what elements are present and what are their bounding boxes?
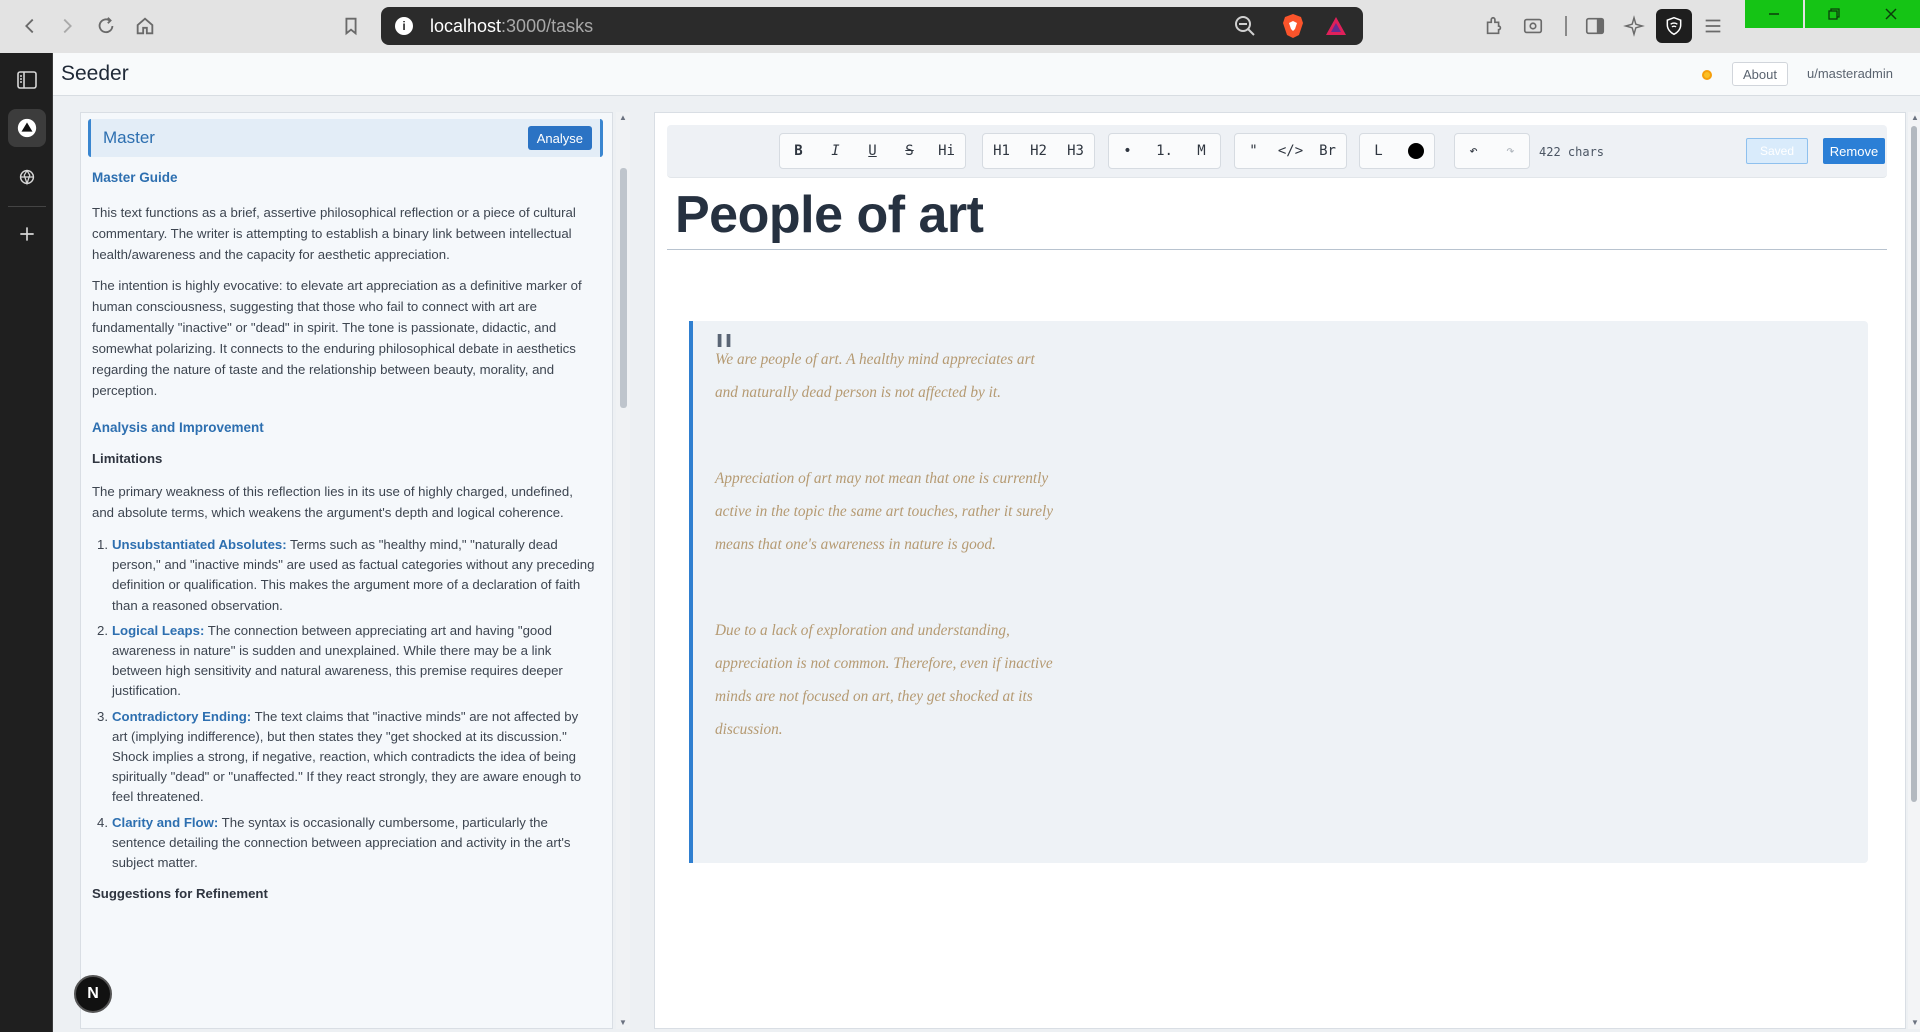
guide-paragraph: The intention is highly evocative: to el… bbox=[92, 278, 582, 398]
bookmark-icon[interactable] bbox=[337, 12, 365, 40]
guide-title: Master bbox=[103, 128, 155, 147]
quote-paragraph: Due to a lack of exploration and underst… bbox=[715, 622, 1053, 738]
document-title[interactable]: People of art bbox=[675, 185, 984, 245]
scroll-down-icon[interactable]: ▼ bbox=[619, 1019, 627, 1027]
scroll-thumb[interactable] bbox=[1911, 126, 1917, 802]
h1-button[interactable]: H1 bbox=[983, 134, 1020, 168]
app-root: Seeder About u/masteradmin Master Analys… bbox=[53, 53, 1920, 1032]
scroll-up-icon[interactable]: ▲ bbox=[1911, 114, 1919, 122]
home-icon[interactable] bbox=[131, 12, 159, 40]
analyse-button[interactable]: Analyse bbox=[527, 126, 592, 150]
char-count: 422 chars bbox=[1539, 145, 1605, 159]
link-button[interactable]: L bbox=[1360, 134, 1397, 168]
highlight-button[interactable]: Hi bbox=[928, 134, 965, 168]
strikethrough-button[interactable]: S bbox=[891, 134, 928, 168]
browser-sidebar bbox=[0, 53, 53, 1032]
site-info-icon[interactable]: i bbox=[395, 17, 413, 35]
address-bar[interactable]: i localhost:3000/tasks bbox=[381, 7, 1363, 45]
format-group: B I U S Hi bbox=[779, 133, 966, 169]
blockquote[interactable]: " We are people of art. A healthy mind a… bbox=[689, 321, 1868, 863]
next-dev-badge[interactable]: N bbox=[74, 975, 112, 1013]
list-item: 3. Contradictory Ending: The text claims … bbox=[97, 708, 582, 805]
sidebar-toggle-icon[interactable] bbox=[1582, 13, 1608, 39]
leo-ai-icon[interactable] bbox=[1621, 13, 1647, 39]
scroll-down-icon[interactable]: ▼ bbox=[1911, 1019, 1919, 1027]
underline-button[interactable]: U bbox=[854, 134, 891, 168]
bold-button[interactable]: B bbox=[780, 134, 817, 168]
code-button[interactable]: </> bbox=[1272, 134, 1309, 168]
rail-divider bbox=[8, 206, 46, 207]
guide-content: Master Guide This text functions as a br… bbox=[92, 161, 596, 918]
line-break-button[interactable]: Br bbox=[1309, 134, 1346, 168]
heading-group: H1 H2 H3 bbox=[982, 133, 1095, 169]
user-profile-link[interactable]: u/masteradmin bbox=[1807, 66, 1893, 81]
guide-header: Master Analyse bbox=[88, 119, 603, 157]
history-group: ↶ ↷ bbox=[1454, 133, 1530, 169]
list-item: 4. Clarity and Flow: The syntax is occasi… bbox=[97, 814, 571, 871]
quote-paragraph: Appreciation of art may not mean that on… bbox=[715, 470, 1054, 553]
h3-button[interactable]: H3 bbox=[1057, 134, 1094, 168]
brave-rewards-icon[interactable] bbox=[1324, 14, 1348, 38]
minimize-icon[interactable] bbox=[1745, 0, 1803, 28]
vercel-app-icon[interactable] bbox=[8, 109, 46, 147]
guide-panel: Master Analyse Master Guide This text fu… bbox=[80, 112, 613, 1029]
list-item: 1. Unsubstantiated Absolutes: Terms such … bbox=[97, 537, 595, 613]
color-swatch bbox=[1407, 143, 1424, 159]
h2-button[interactable]: H2 bbox=[1020, 134, 1057, 168]
block-group: " </> Br bbox=[1234, 133, 1347, 169]
reload-icon[interactable] bbox=[92, 12, 120, 40]
redo-button[interactable]: ↷ bbox=[1492, 134, 1529, 168]
m-button[interactable]: M bbox=[1183, 134, 1220, 168]
vpn-shield-icon[interactable] bbox=[1656, 9, 1692, 43]
blockquote-button[interactable]: " bbox=[1235, 134, 1272, 168]
suggestions-heading: Suggestions for Refinement bbox=[92, 886, 268, 902]
saved-button[interactable]: Saved bbox=[1746, 138, 1808, 164]
ordered-list-button[interactable]: 1. bbox=[1146, 134, 1183, 168]
forward-icon[interactable] bbox=[53, 12, 81, 40]
limitations-paragraph: The primary weakness of this reflection … bbox=[92, 484, 573, 520]
undo-button[interactable]: ↶ bbox=[1455, 134, 1492, 168]
restore-icon[interactable] bbox=[1805, 0, 1863, 28]
italic-button[interactable]: I bbox=[817, 134, 854, 168]
brave-shields-icon[interactable] bbox=[1281, 13, 1305, 39]
editor-scrollbar[interactable]: ▲ ▼ bbox=[1908, 112, 1920, 1029]
misc-group: L bbox=[1359, 133, 1435, 169]
analysis-heading: Analysis and Improvement bbox=[92, 420, 264, 435]
guide-scrollbar[interactable]: ▲ ▼ bbox=[616, 112, 630, 1029]
toolbar-divider bbox=[1565, 16, 1567, 36]
limitations-list: 1. Unsubstantiated Absolutes: Terms such … bbox=[92, 535, 596, 873]
limitations-heading: Limitations bbox=[92, 451, 163, 466]
editor-toolbar: B I U S Hi H1 H2 H3 • 1. M " </> Br L ↶ … bbox=[667, 125, 1887, 178]
app-title: Seeder bbox=[61, 62, 129, 85]
scroll-thumb[interactable] bbox=[620, 168, 627, 408]
master-guide-heading: Master Guide bbox=[92, 170, 178, 185]
guide-paragraph: This text functions as a brief, assertiv… bbox=[92, 205, 576, 262]
zoom-out-icon[interactable] bbox=[1233, 14, 1257, 38]
quote-text[interactable]: We are people of art. A healthy mind app… bbox=[715, 343, 1055, 799]
close-icon[interactable] bbox=[1862, 0, 1920, 28]
scroll-up-icon[interactable]: ▲ bbox=[619, 114, 627, 122]
list-item: 2. Logical Leaps: The connection between … bbox=[97, 622, 563, 699]
editor-panel: B I U S Hi H1 H2 H3 • 1. M " </> Br L ↶ … bbox=[654, 112, 1906, 1029]
extensions-icon[interactable] bbox=[1481, 13, 1507, 39]
chatgpt-icon[interactable] bbox=[8, 158, 46, 196]
bullet-list-button[interactable]: • bbox=[1109, 134, 1146, 168]
url-text: localhost:3000/tasks bbox=[430, 16, 594, 36]
theme-toggle-icon[interactable] bbox=[1699, 67, 1715, 83]
about-button[interactable]: About bbox=[1732, 62, 1788, 86]
list-group: • 1. M bbox=[1108, 133, 1221, 169]
back-icon[interactable] bbox=[16, 12, 44, 40]
title-divider bbox=[667, 249, 1887, 250]
sidebar-panel-icon[interactable] bbox=[8, 61, 46, 99]
browser-chrome: i localhost:3000/tasks bbox=[0, 0, 1920, 53]
remove-button[interactable]: Remove bbox=[1823, 138, 1885, 164]
color-picker-button[interactable] bbox=[1397, 134, 1434, 168]
menu-icon[interactable] bbox=[1700, 13, 1726, 39]
quote-paragraph: We are people of art. A healthy mind app… bbox=[715, 351, 1035, 401]
screenshot-icon[interactable] bbox=[1520, 13, 1546, 39]
app-header: Seeder About u/masteradmin bbox=[53, 53, 1920, 96]
add-panel-icon[interactable] bbox=[8, 215, 46, 253]
